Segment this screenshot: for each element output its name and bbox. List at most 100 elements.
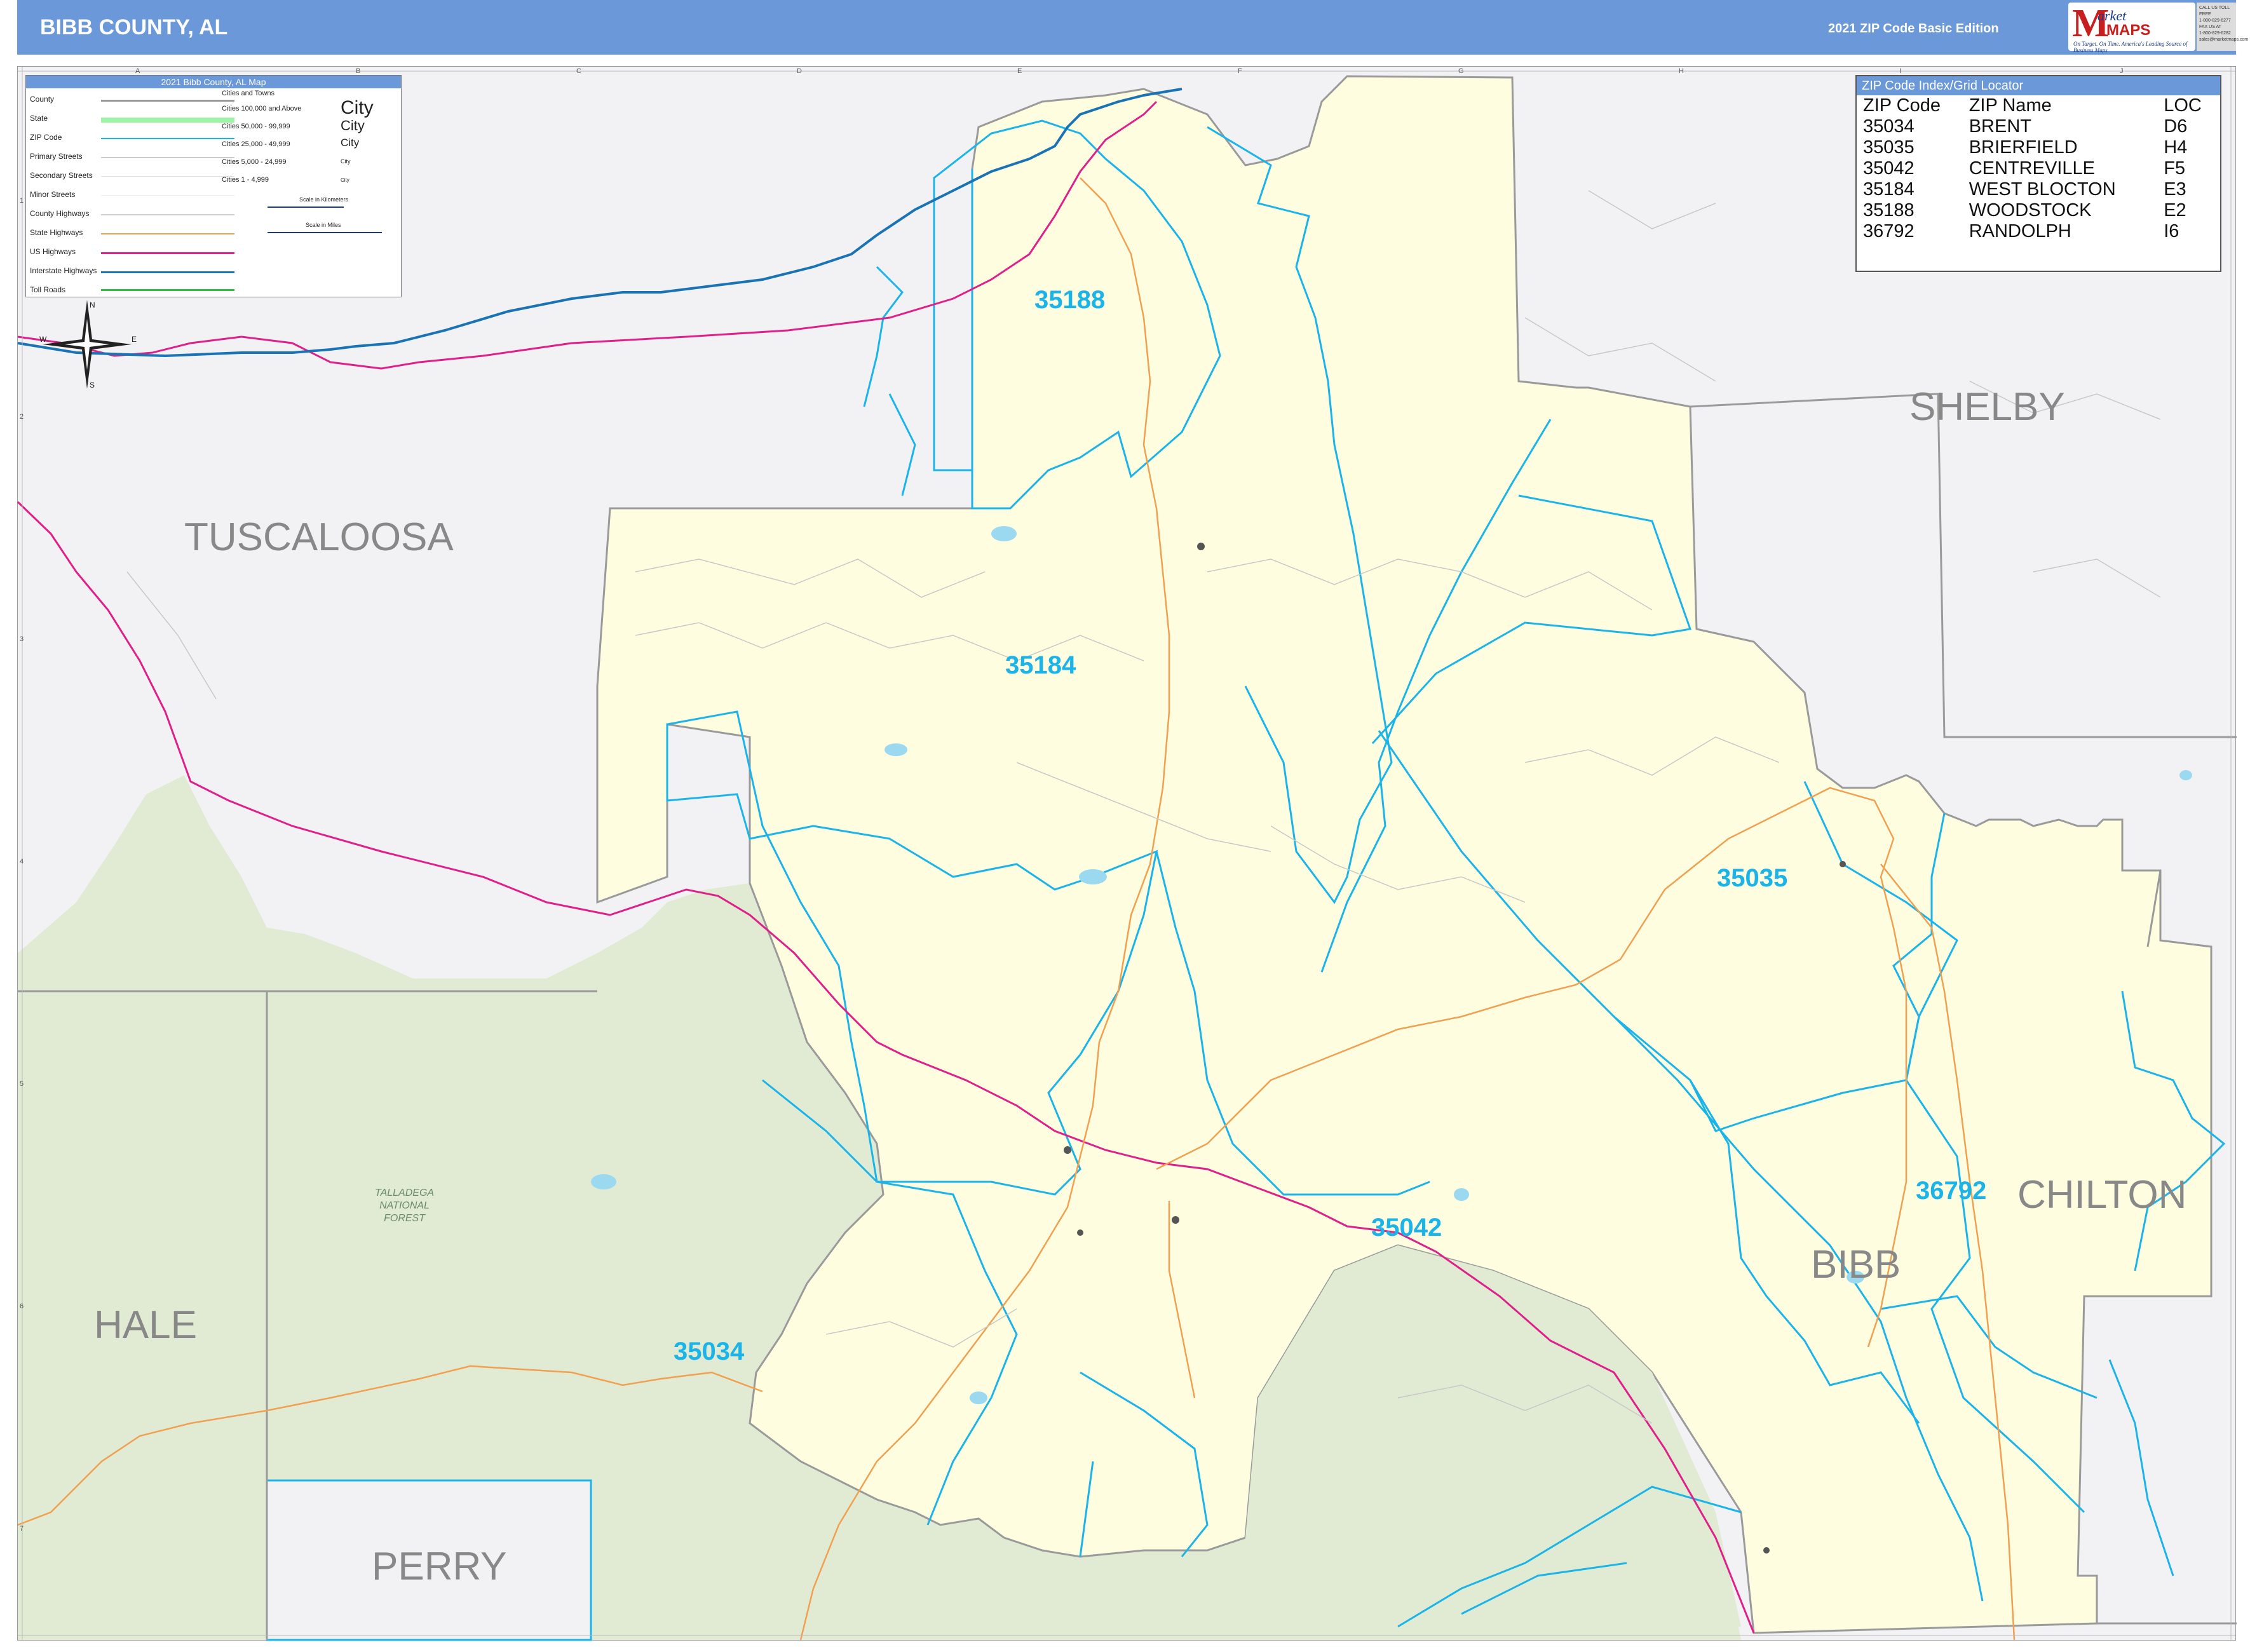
county-label-chilton: CHILTON <box>2017 1173 2187 1217</box>
legend-city-sample-4: City <box>341 158 351 165</box>
legend-scale-km-bar <box>268 207 344 208</box>
legend-county-line <box>101 100 234 102</box>
col-loc: LOC <box>2164 95 2202 116</box>
zip-cell: 35035 <box>1863 137 1915 158</box>
zip-label-35188[interactable]: 35188 <box>1034 286 1105 315</box>
legend-city-sample-3: City <box>341 137 360 149</box>
zip-label-35042[interactable]: 35042 <box>1371 1214 1442 1242</box>
legend-zip-line <box>101 138 234 139</box>
zip-cell: 35184 <box>1863 179 1915 200</box>
map-legend: 2021 Bibb County, AL Map County State ZI… <box>25 75 402 297</box>
grid-row-label: 3 <box>20 635 24 643</box>
legend-city-sample-2: City <box>341 118 365 133</box>
grid-col-label: D <box>797 67 802 75</box>
legend-secondary-label: Secondary Streets <box>30 171 93 180</box>
zip-cell: 36792 <box>1863 221 1915 241</box>
grid-row-label: 1 <box>20 197 24 205</box>
name-cell: RANDOLPH <box>1969 221 2071 241</box>
loc-cell: I6 <box>2164 221 2179 241</box>
legend-county-label: County <box>30 95 55 104</box>
grid-col-label: E <box>1017 67 1022 75</box>
legend-primary-label: Primary Streets <box>30 152 83 161</box>
name-cell: BRIERFIELD <box>1969 137 2078 158</box>
legend-interstate-line <box>101 271 234 273</box>
zip-label-35034[interactable]: 35034 <box>674 1337 744 1366</box>
county-label-bibb: BIBB <box>1811 1243 1901 1287</box>
grid-col-label: B <box>356 67 361 75</box>
legend-city-tier-5: Cities 1 - 4,999 <box>222 176 269 184</box>
loc-cell: H4 <box>2164 137 2188 158</box>
name-cell: BRENT <box>1969 116 2032 137</box>
col-zip-code: ZIP Code <box>1863 95 1941 116</box>
loc-cell: E2 <box>2164 200 2186 220</box>
legend-zip-label: ZIP Code <box>30 133 62 142</box>
legend-minor-label: Minor Streets <box>30 190 76 199</box>
legend-city-tier-2: Cities 50,000 - 99,999 <box>222 123 290 130</box>
county-label-tuscaloosa: TUSCALOOSA <box>184 515 454 559</box>
grid-col-label: H <box>1679 67 1684 75</box>
legend-interstate-label: Interstate Highways <box>30 266 97 275</box>
col-zip-name: ZIP Name <box>1969 95 2052 116</box>
grid-row-label: 6 <box>20 1303 24 1310</box>
grid-row-label: 5 <box>20 1080 24 1088</box>
zip-label-36792[interactable]: 36792 <box>1916 1177 1986 1205</box>
zip-label-35184[interactable]: 35184 <box>1005 651 1076 680</box>
legend-scale-mi-bar <box>268 232 382 233</box>
grid-row-label: 4 <box>20 858 24 865</box>
legend-city-tier-4: Cities 5,000 - 24,999 <box>222 158 287 166</box>
legend-toll-line <box>101 289 234 291</box>
name-cell: CENTREVILLE <box>1969 158 2095 179</box>
legend-state-label: State <box>30 114 48 123</box>
county-label-shelby: SHELBY <box>1909 385 2065 429</box>
name-cell: WOODSTOCK <box>1969 200 2092 220</box>
table-row: 35188 WOODSTOCK E2 <box>1860 200 2216 221</box>
legend-toll-label: Toll Roads <box>30 285 66 294</box>
grid-col-label: J <box>2120 67 2124 75</box>
legend-county-hwy-label: County Highways <box>30 209 90 218</box>
zip-cell: 35042 <box>1863 158 1915 179</box>
forest-label: TALLADEGA NATIONAL FOREST <box>375 1188 435 1224</box>
grid-col-label: G <box>1458 67 1464 75</box>
table-row: 35042 CENTREVILLE F5 <box>1860 158 2216 179</box>
grid-col-label: F <box>1238 67 1242 75</box>
legend-scale-mi: Scale in Miles <box>306 222 341 228</box>
legend-primary-line <box>101 157 234 158</box>
zip-index-table: ZIP Code ZIP Name LOC 35034 BRENT D6 35035… <box>1860 95 2216 242</box>
grid-row-label: 7 <box>20 1525 24 1533</box>
loc-cell: D6 <box>2164 116 2188 137</box>
county-label-perry: PERRY <box>372 1545 507 1588</box>
legend-city-sample-5: City <box>341 177 349 183</box>
legend-state-hwy-label: State Highways <box>30 228 83 237</box>
compass-s: S <box>90 381 95 389</box>
legend-scale-km: Scale in Kilometers <box>299 196 349 203</box>
legend-us-hwy-line <box>101 252 234 254</box>
legend-minor-line <box>101 195 234 196</box>
legend-city-sample-1: City <box>341 97 374 118</box>
grid-col-label: C <box>576 67 581 75</box>
zip-index-title: ZIP Code Index/Grid Locator <box>1857 76 2220 95</box>
zip-label-35035[interactable]: 35035 <box>1717 864 1787 893</box>
legend-county-hwy-line <box>101 214 234 215</box>
zip-index-panel: ZIP Code Index/Grid Locator ZIP Code ZIP… <box>1855 75 2221 272</box>
grid-col-label: I <box>1899 67 1902 75</box>
compass-rose: N S E W <box>39 300 137 389</box>
compass-e: E <box>132 335 137 344</box>
grid-col-label: A <box>135 67 140 75</box>
table-row: 35184 WEST BLOCTON E3 <box>1860 179 2216 200</box>
table-row: 36792 RANDOLPH I6 <box>1860 221 2216 242</box>
table-row: 35035 BRIERFIELD H4 <box>1860 137 2216 158</box>
compass-n: N <box>90 301 95 309</box>
table-row: 35034 BRENT D6 <box>1860 116 2216 137</box>
county-label-hale: HALE <box>94 1303 197 1347</box>
legend-cities-heading: Cities and Towns <box>222 90 274 97</box>
loc-cell: F5 <box>2164 158 2186 179</box>
grid-row-label: 2 <box>20 413 24 421</box>
zip-index-header-row: ZIP Code ZIP Name LOC <box>1860 95 2216 116</box>
legend-state-hwy-line <box>101 233 234 234</box>
name-cell: WEST BLOCTON <box>1969 179 2116 200</box>
legend-secondary-line <box>101 176 234 177</box>
zip-cell: 35034 <box>1863 116 1915 137</box>
zip-cell: 35188 <box>1863 200 1915 220</box>
legend-state-line <box>101 118 234 123</box>
legend-us-hwy-label: US Highways <box>30 247 76 256</box>
